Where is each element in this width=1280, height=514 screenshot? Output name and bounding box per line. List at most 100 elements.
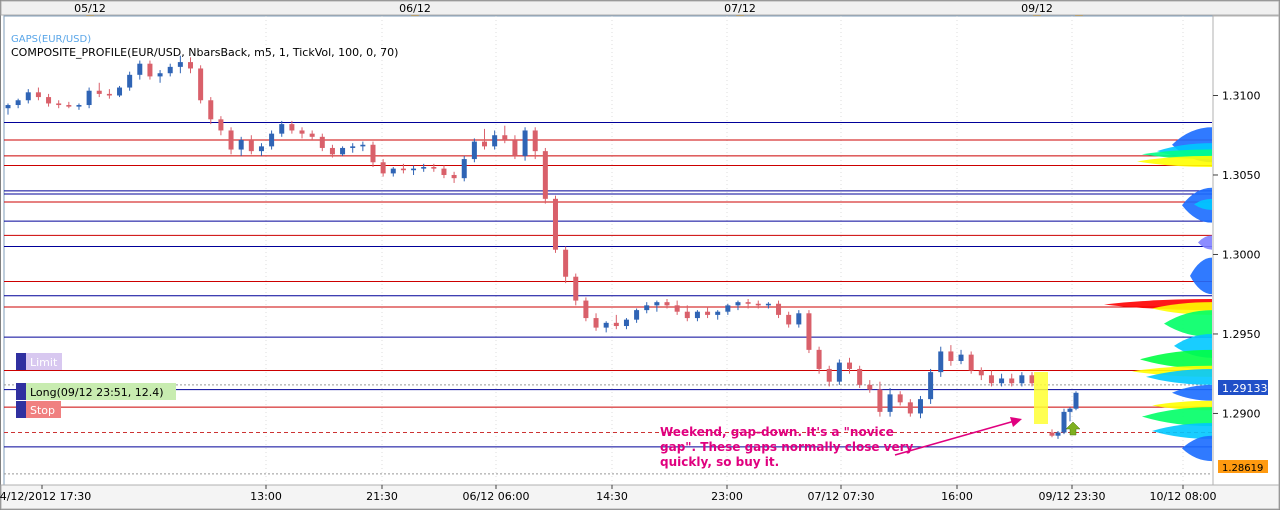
candle-body: [218, 119, 224, 131]
candle-body: [907, 402, 913, 414]
candle-body: [400, 168, 406, 171]
top-date-label: 05/12: [74, 2, 106, 15]
candle-body: [319, 136, 325, 148]
candle: [836, 359, 842, 385]
stop-label: Stop: [30, 404, 55, 417]
candle-body: [522, 130, 528, 156]
candle-body: [1019, 375, 1025, 384]
candle-body: [999, 378, 1005, 384]
long-position-tag[interactable]: Long(09/12 23:51, 12.4): [16, 383, 176, 400]
candle-body: [857, 368, 863, 385]
time-label: 09/12 23:30: [1039, 490, 1106, 503]
candle-body: [684, 311, 690, 319]
candle-body: [552, 198, 558, 250]
candle-body: [56, 103, 62, 106]
candle-body: [1073, 392, 1079, 409]
candle-body: [634, 310, 640, 320]
low-price-tag: 1.28619: [1218, 460, 1268, 474]
candle-body: [603, 322, 609, 328]
low-price: 1.28619: [1222, 463, 1263, 474]
time-label: 07/12 07:30: [808, 490, 875, 503]
candle-body: [177, 62, 183, 67]
candle-body: [360, 144, 366, 147]
time-label: 10/12 08:00: [1150, 490, 1217, 503]
candle-body: [715, 311, 721, 315]
time-label: 13:00: [250, 490, 282, 503]
candle: [198, 65, 204, 104]
candle-body: [877, 389, 883, 412]
gap-highlight: [1034, 372, 1048, 424]
candle-body: [887, 394, 893, 412]
candle: [117, 85, 123, 98]
candle: [471, 138, 477, 163]
candle-body: [35, 92, 41, 98]
top-date-label: 09/12: [1021, 2, 1053, 15]
candle-body: [137, 63, 143, 75]
candle-body: [542, 151, 548, 199]
time-label: 14:30: [596, 490, 628, 503]
candle-body: [228, 130, 234, 150]
candle-body: [948, 351, 954, 361]
chart-window: 05/12 06/12 07/12 09/12 1.3100 1.3050 1.3000 1…: [0, 0, 1280, 510]
candle-body: [938, 351, 944, 373]
candle-body: [76, 105, 82, 107]
candle-body: [1009, 378, 1015, 384]
candle-body: [421, 167, 427, 169]
candle-body: [390, 168, 396, 174]
candle-body: [258, 146, 264, 152]
time-label: 06/12 06:00: [463, 490, 530, 503]
candle-body: [96, 90, 102, 94]
candle-body: [15, 100, 21, 106]
candle-body: [968, 354, 974, 371]
price-label: 1.3100: [1222, 89, 1261, 102]
indicator-name: GAPS(EUR/USD): [11, 34, 91, 45]
indicator-params: COMPOSITE_PROFILE(EUR/USD, NbarsBack, m5…: [11, 46, 398, 59]
price-label: 1.3050: [1222, 169, 1261, 182]
candle-body: [411, 168, 417, 171]
candle-body: [755, 303, 761, 306]
time-label: 23:00: [711, 490, 743, 503]
candle-body: [492, 135, 498, 147]
candle-body: [329, 147, 335, 155]
candle-body: [238, 140, 244, 150]
candle-body: [613, 322, 619, 327]
price-label: 1.2950: [1222, 328, 1261, 341]
candle-body: [380, 162, 386, 174]
candle-body: [157, 73, 163, 77]
candle: [461, 155, 467, 182]
limit-order-tag[interactable]: Limit: [16, 353, 62, 370]
candle-body: [441, 168, 447, 175]
candle-body: [198, 68, 204, 101]
candle-body: [664, 302, 670, 306]
candle: [857, 365, 863, 389]
candle-body: [25, 92, 31, 101]
candle-body: [279, 124, 285, 134]
stop-order-tag[interactable]: Stop: [16, 401, 61, 418]
candle-body: [958, 354, 964, 361]
candle-body: [147, 63, 153, 77]
candle: [542, 147, 548, 204]
candle-body: [917, 399, 923, 414]
candle-body: [269, 133, 275, 147]
candle-body: [431, 167, 437, 169]
candle: [552, 195, 558, 253]
candle-body: [106, 93, 112, 96]
candle-body: [806, 313, 812, 350]
time-label: 04/12/2012 17:30: [0, 490, 91, 503]
candle-body: [340, 147, 346, 155]
candle-body: [309, 133, 315, 137]
candle-body: [187, 62, 193, 69]
candle-body: [836, 362, 842, 382]
candle-body: [826, 368, 832, 382]
time-label: 16:00: [941, 490, 973, 503]
candle-body: [1061, 411, 1067, 433]
candle-body: [461, 159, 467, 179]
candle-body: [573, 276, 579, 301]
candle-body: [482, 141, 488, 147]
candlestick-chart[interactable]: 05/12 06/12 07/12 09/12 1.3100 1.3050 1.3000 1…: [0, 0, 1280, 510]
candle-body: [370, 144, 376, 163]
candle-body: [735, 302, 741, 306]
candle-body: [776, 303, 782, 315]
top-date-ruler: [0, 0, 1280, 16]
candle-body: [1055, 432, 1061, 436]
